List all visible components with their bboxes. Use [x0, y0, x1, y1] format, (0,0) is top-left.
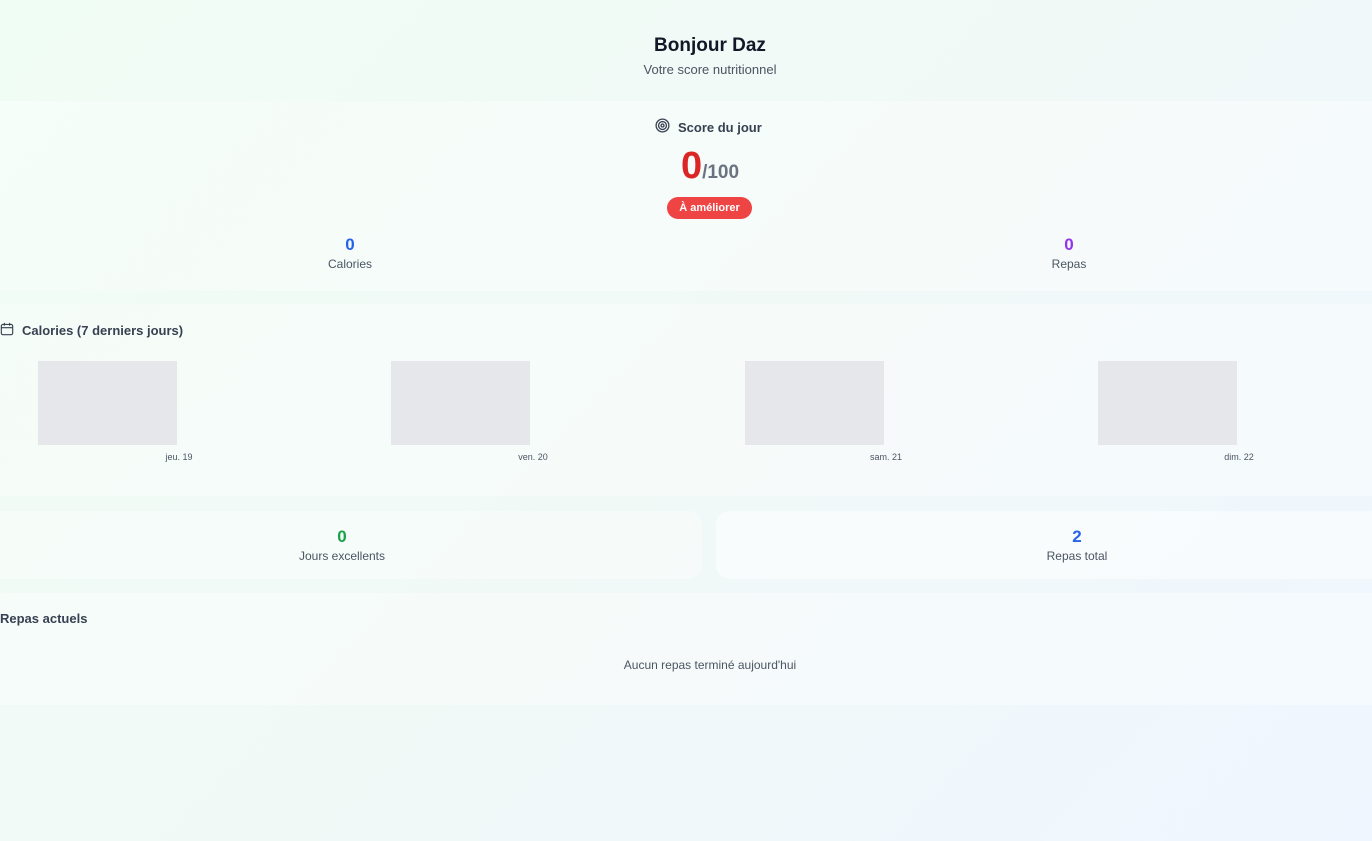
score-title-label: Score du jour — [678, 119, 762, 135]
calories-chart-title: Calories (7 derniers jours) — [0, 322, 183, 339]
calories-chart-title-label: Calories (7 derniers jours) — [22, 323, 184, 338]
score-display: 0/100 — [0, 145, 1372, 188]
calories-stat-label: Calories — [327, 257, 372, 271]
bar-ven-20 — [391, 361, 530, 445]
total-meals-stat: 2 Repas total — [977, 526, 1177, 563]
score-max: /100 — [702, 162, 740, 183]
greeting-subtitle: Votre score nutritionnel — [643, 62, 777, 77]
current-meals-title: Repas actuels — [0, 611, 88, 626]
bar-jeu-19 — [38, 361, 177, 445]
score-value: 0 — [680, 145, 703, 187]
greeting-title: Bonjour Daz — [654, 35, 766, 56]
bar-sam-21 — [745, 361, 884, 445]
bar-label-ven-20: ven. 20 — [518, 452, 548, 462]
excellent-days-label: Jours excellents — [298, 549, 386, 563]
meals-stat-value: 0 — [1064, 235, 1074, 254]
excellent-days-stat: 0 Jours excellents — [242, 526, 442, 563]
current-meals-card — [0, 593, 1372, 705]
target-icon — [655, 118, 670, 136]
score-card-title: Score du jour — [655, 118, 762, 136]
page-header: Bonjour Daz Votre score nutritionnel — [0, 0, 1372, 100]
meals-stat: 0 Repas — [969, 234, 1169, 271]
bar-label-jeu-19: jeu. 19 — [165, 452, 193, 462]
excellent-days-value: 0 — [337, 527, 347, 546]
status-badge: À améliorer — [667, 197, 752, 219]
total-meals-label: Repas total — [1046, 549, 1108, 563]
calendar-icon — [0, 322, 14, 339]
calories-stat: 0 Calories — [250, 234, 450, 271]
total-meals-value: 2 — [1072, 527, 1082, 546]
meals-stat-label: Repas — [1051, 257, 1087, 271]
empty-meals-message: Aucun repas terminé aujourd'hui — [623, 658, 797, 672]
calories-stat-value: 0 — [345, 235, 355, 254]
bar-label-sam-21: sam. 21 — [869, 452, 902, 462]
bar-dim-22 — [1098, 361, 1237, 445]
bar-label-dim-22: dim. 22 — [1224, 452, 1254, 462]
